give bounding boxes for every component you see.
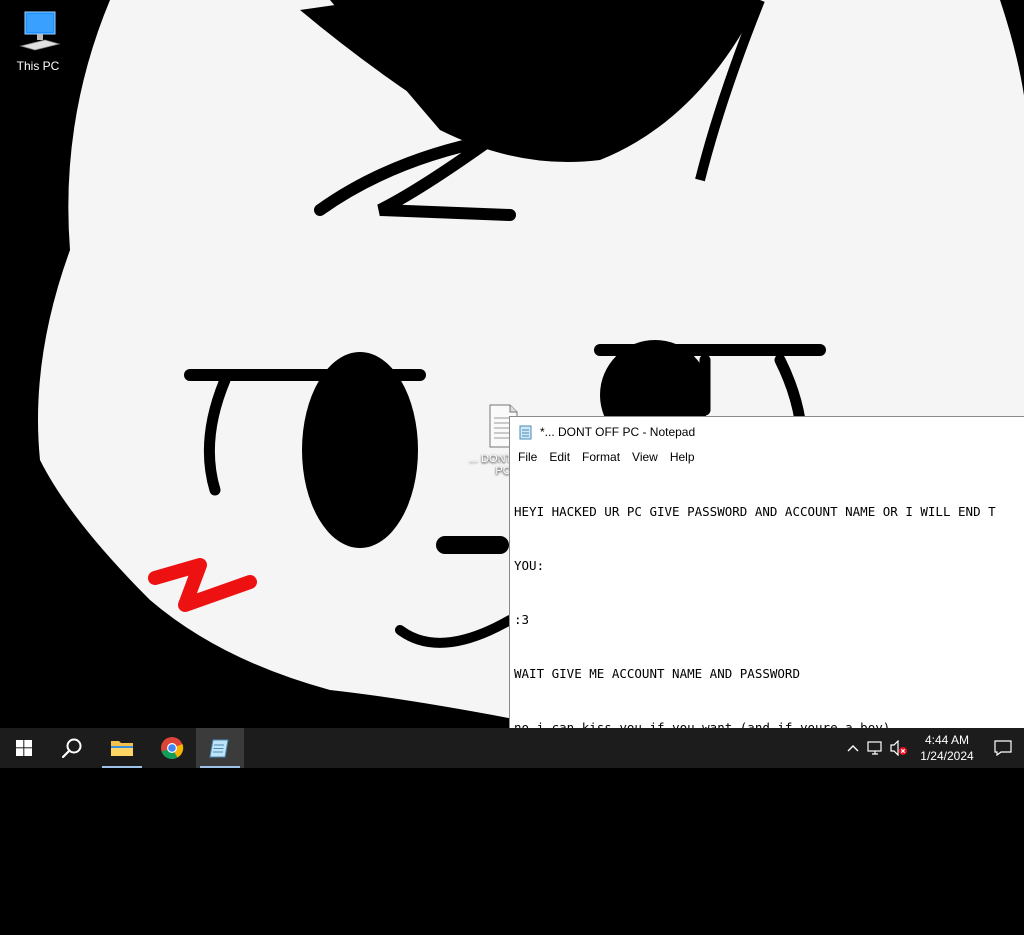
- chrome-icon: [161, 737, 184, 760]
- clock-date: 1/24/2024: [920, 749, 974, 763]
- chevron-up-icon: [847, 745, 859, 752]
- menu-format[interactable]: Format: [576, 450, 626, 464]
- menu-help[interactable]: Help: [664, 450, 701, 464]
- windows-logo-icon: [16, 740, 32, 756]
- file-explorer-button[interactable]: [98, 728, 146, 768]
- start-button[interactable]: [0, 728, 48, 768]
- text-line: :3: [514, 612, 530, 627]
- volume-muted-icon: [890, 740, 907, 756]
- show-hidden-icons-button[interactable]: [842, 744, 864, 752]
- network-icon: [867, 741, 882, 755]
- text-line: WHY? ....: [514, 774, 582, 789]
- desktop-icon-label: This PC: [16, 59, 60, 73]
- notepad-taskbar-button[interactable]: [196, 728, 244, 768]
- notification-center-button[interactable]: [982, 740, 1024, 756]
- search-button[interactable]: [48, 728, 96, 768]
- text-line: WAIT GIVE ME ACCOUNT NAME AND PASSWORD: [514, 666, 800, 681]
- clock-time: 4:44 AM: [924, 733, 970, 747]
- text-editor-area[interactable]: HEYI HACKED UR PC GIVE PASSWORD AND ACCO…: [510, 467, 1024, 935]
- desktop-icon-this-pc[interactable]: This PC: [3, 10, 73, 73]
- notification-icon: [994, 740, 1012, 756]
- window-title-bar[interactable]: *... DONT OFF PC - Notepad: [510, 417, 1024, 447]
- network-button[interactable]: [864, 741, 886, 755]
- notepad-icon: [209, 739, 229, 758]
- notepad-window[interactable]: *... DONT OFF PC - Notepad File Edit For…: [509, 416, 1024, 897]
- text-line: HEYI HACKED UR PC GIVE PASSWORD AND ACCO…: [514, 504, 996, 519]
- chrome-button[interactable]: [148, 728, 196, 768]
- clock[interactable]: 4:44 AM 1/24/2024: [912, 732, 982, 764]
- menu-view[interactable]: View: [626, 450, 664, 464]
- folder-icon: [111, 741, 133, 756]
- volume-button[interactable]: [886, 740, 912, 756]
- text-line: YOU:: [514, 828, 545, 843]
- system-tray: 4:44 AM 1/24/2024: [842, 728, 1024, 768]
- this-pc-icon: [19, 11, 61, 51]
- window-title: *... DONT OFF PC - Notepad: [540, 425, 696, 439]
- menu-bar: File Edit Format View Help: [510, 447, 1024, 467]
- menu-edit[interactable]: Edit: [543, 450, 576, 464]
- text-line: because im just a silly boy kisser: [514, 882, 770, 897]
- menu-file[interactable]: File: [512, 450, 543, 464]
- search-icon: [61, 738, 82, 759]
- text-line: YOU:: [514, 558, 545, 573]
- notepad-icon: [519, 425, 532, 440]
- taskbar: 4:44 AM 1/24/2024: [0, 728, 1024, 768]
